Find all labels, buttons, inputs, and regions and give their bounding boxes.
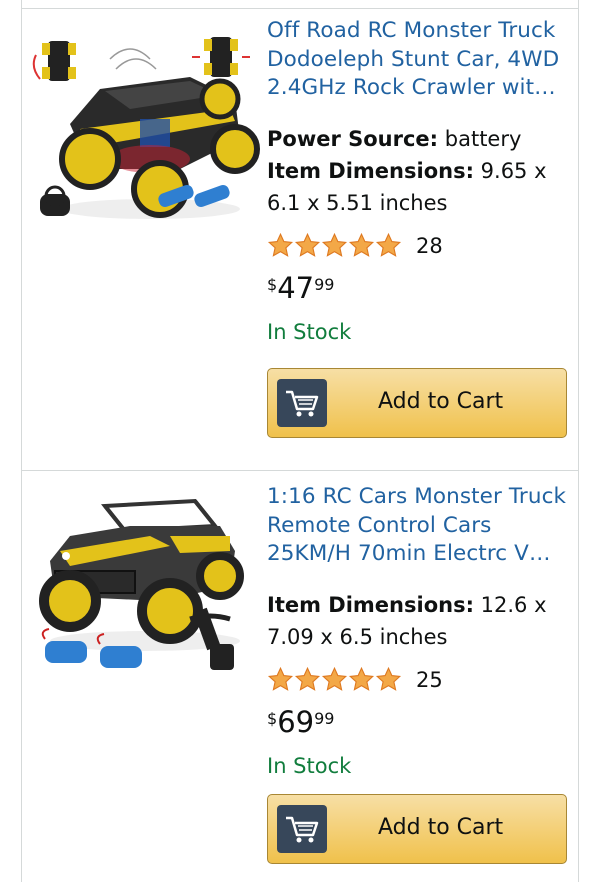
product-title-1[interactable]: Off Road RC Monster Truck Dodoeleph Stun… [267,17,572,103]
product-title-line: 25KM/H 70min Electrc V… [267,541,551,566]
star-icon [348,232,375,257]
star-icon [375,232,402,257]
cart-icon [277,805,327,853]
power-source-row: Power Source: battery [267,123,572,155]
dimensions-row: Item Dimensions: 12.6 x [267,589,572,621]
add-to-cart-label: Add to Cart [378,389,504,414]
rating-count: 28 [416,233,443,258]
star-rating [267,666,402,693]
product-image-1[interactable] [30,29,260,229]
dimensions-value: 12.6 x [480,592,547,617]
card-border-right [578,0,579,882]
product-title-line: Remote Control Cars [267,512,492,538]
product-title-line: 1:16 RC Cars Monster Truck [267,484,567,509]
price: $ 69 99 [267,705,572,745]
price: $ 47 99 [267,271,572,311]
price-symbol: $ [267,708,278,728]
star-icon [267,232,294,257]
rating-count: 25 [416,667,443,692]
price-whole: 47 [277,270,315,305]
stock-status: In Stock [267,319,352,344]
star-icon [321,666,348,691]
product-card-1: Off Road RC Monster Truck Dodoeleph Stun… [22,9,578,469]
dimensions-row: Item Dimensions: 9.65 x [267,155,572,187]
dimensions-value-continued: 7.09 x 6.5 inches [267,624,448,649]
price-symbol: $ [267,274,278,294]
add-to-cart-button[interactable]: Add to Cart [267,794,567,864]
product-info-1: Off Road RC Monster Truck Dodoeleph Stun… [267,17,572,347]
star-rating [267,232,402,259]
dimensions-label: Item Dimensions: [267,158,474,183]
star-icon [321,232,348,257]
stock-status: In Stock [267,753,352,778]
price-whole: 69 [277,704,315,739]
add-to-cart-label: Add to Cart [378,815,504,840]
cart-icon [277,379,327,427]
monster-truck-image [39,498,244,670]
power-source-value: battery [444,126,522,151]
star-icon [294,666,321,691]
dimensions-value: 9.65 x [480,158,547,183]
stunt-rc-truck-image [32,37,260,219]
star-icon [348,666,375,691]
rating-row[interactable]: 28 [267,229,572,263]
star-icon [267,666,294,691]
product-info-2: 1:16 RC Cars Monster Truck Remote Contro… [267,483,572,781]
product-image-2[interactable] [30,491,260,691]
price-fraction: 99 [314,708,335,728]
rating-row[interactable]: 25 [267,663,572,697]
add-to-cart-button[interactable]: Add to Cart [267,368,567,438]
product-title-line: Off Road RC Monster Truck [267,18,556,43]
dimensions-label: Item Dimensions: [267,592,474,617]
product-card-2: 1:16 RC Cars Monster Truck Remote Contro… [22,471,578,882]
product-title-line: 2.4GHz Rock Crawler wit… [267,75,556,100]
product-title-2[interactable]: 1:16 RC Cars Monster Truck Remote Contro… [267,483,572,569]
star-icon [294,232,321,257]
price-fraction: 99 [314,274,335,294]
star-icon [375,666,402,691]
power-source-label: Power Source: [267,126,439,151]
product-title-line: Dodoeleph Stunt Car, 4WD [267,46,560,72]
dimensions-value-continued: 6.1 x 5.51 inches [267,190,448,215]
